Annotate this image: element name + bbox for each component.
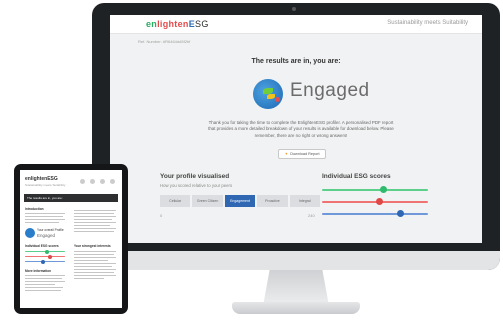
- site-header: enlightenESG Sustainability meets Suitab…: [110, 15, 482, 34]
- logo-part-en: en: [146, 19, 158, 29]
- text-line: [25, 278, 62, 280]
- scale-max-label: 240: [308, 213, 315, 218]
- tablet-results-banner: The results are in, you are:: [24, 194, 118, 202]
- text-line: [74, 260, 108, 262]
- tablet-nav-icon[interactable]: [80, 179, 85, 184]
- profile-name: Engaged: [290, 80, 370, 101]
- text-line: [25, 290, 61, 292]
- download-icon: ▼: [284, 152, 289, 156]
- text-line: [74, 210, 116, 212]
- text-line: [74, 269, 116, 271]
- text-line: [74, 213, 114, 215]
- text-line: [74, 254, 114, 256]
- results-title: The results are in, you are:: [251, 58, 341, 65]
- text-line: [74, 263, 116, 265]
- text-line: [25, 222, 59, 224]
- text-line: [74, 251, 116, 253]
- tablet-knob-3: [41, 259, 45, 264]
- tablet-knob-2: [47, 254, 52, 259]
- download-label: Download Report: [290, 152, 320, 156]
- monitor-stand-foot: [232, 302, 360, 314]
- text-line: [25, 284, 55, 286]
- text-line: [25, 216, 63, 218]
- esg-knob-environmental[interactable]: [379, 186, 387, 193]
- monitor-frame: enlightenESG Sustainability meets Suitab…: [92, 3, 500, 270]
- reference-number: Ref. Number: #R6464dd5f2bf: [138, 39, 191, 44]
- monitor-screen: enlightenESG Sustainability meets Suitab…: [110, 15, 482, 243]
- text-line: [74, 225, 110, 227]
- tablet-logo: enlightenESG: [25, 176, 58, 182]
- segment-green-citizen[interactable]: Green Citizen: [192, 195, 223, 207]
- profile-globe-icon: [253, 79, 283, 109]
- tablet-nav-icon[interactable]: [110, 179, 115, 184]
- text-line: [74, 219, 112, 221]
- tablet-interests-heading: Your strongest interests: [74, 244, 111, 248]
- esg-bar-environmental: [322, 186, 428, 193]
- tablet-frame: enlightenESG Sustainability meets Suitab…: [14, 164, 128, 314]
- esg-knob-governance[interactable]: [396, 210, 404, 217]
- leaf-yellow-icon: [267, 94, 275, 99]
- text-line: [74, 216, 116, 218]
- tablet-screen: enlightenESG Sustainability meets Suitab…: [20, 170, 122, 308]
- tablet-banner-text: The results are in, you are:: [27, 196, 63, 200]
- profile-visualised-subtitle: How you scored relative to your peers: [160, 183, 233, 188]
- tablet-profile-icon: [25, 228, 35, 238]
- segment-engagement[interactable]: Engagement: [224, 195, 256, 207]
- monitor-stand-neck: [263, 270, 329, 306]
- profile-visualised-title: Your profile visualised: [160, 173, 230, 180]
- logo-part-lighten: lighten: [157, 19, 189, 29]
- text-line: [25, 213, 65, 215]
- download-report-button[interactable]: ▼ Download Report: [278, 149, 326, 159]
- segment-proactive[interactable]: Proactive: [257, 195, 288, 207]
- tablet-scores-heading: Individual ESG scores: [25, 244, 59, 248]
- scale-min-label: 0: [160, 213, 163, 218]
- text-line: [25, 275, 65, 277]
- text-line: [74, 266, 112, 268]
- tablet-bar-2: [25, 254, 65, 259]
- tablet-your-profile: Your overall Profile: [37, 228, 64, 232]
- brand-logo[interactable]: enlightenESG: [146, 19, 209, 29]
- esg-knob-social[interactable]: [375, 198, 383, 205]
- tablet-knob-1: [45, 249, 49, 254]
- tablet-profile-name: Engaged: [37, 233, 56, 238]
- text-line: [74, 278, 104, 280]
- tablet-intro-heading: Introduction: [25, 207, 44, 211]
- tablet-more-info-heading: More information: [25, 269, 52, 273]
- segment-integral[interactable]: Integral: [289, 195, 321, 207]
- text-line: [74, 272, 114, 274]
- red-dot-icon: [275, 97, 280, 102]
- text-line: [25, 281, 65, 283]
- tablet-nav-icon[interactable]: [100, 179, 105, 184]
- brand-tagline: Sustainability meets Suitability: [387, 20, 468, 26]
- tablet-bar-3: [25, 259, 65, 264]
- profile-segment-scale: Cellular Green Citizen Engagement Proact…: [160, 195, 321, 207]
- text-line: [74, 222, 116, 224]
- text-line: [74, 257, 116, 259]
- thanks-paragraph: Thank you for taking the time to complet…: [208, 120, 394, 138]
- tablet-bar-1: [25, 249, 65, 254]
- segment-cellular[interactable]: Cellular: [160, 195, 191, 207]
- text-line: [74, 275, 116, 277]
- text-line: [74, 228, 116, 230]
- text-line: [25, 219, 65, 221]
- text-line: [25, 287, 63, 289]
- esg-bar-social: [322, 198, 428, 205]
- esg-scores-title: Individual ESG scores: [322, 173, 391, 180]
- camera-dot: [292, 7, 296, 11]
- tablet-tagline: Sustainability meets Suitability: [25, 183, 66, 187]
- text-line: [74, 231, 114, 233]
- monitor-chin: [92, 251, 500, 270]
- tablet-nav-icon[interactable]: [90, 179, 95, 184]
- logo-part-sg: SG: [195, 19, 209, 29]
- esg-bar-governance: [322, 210, 428, 217]
